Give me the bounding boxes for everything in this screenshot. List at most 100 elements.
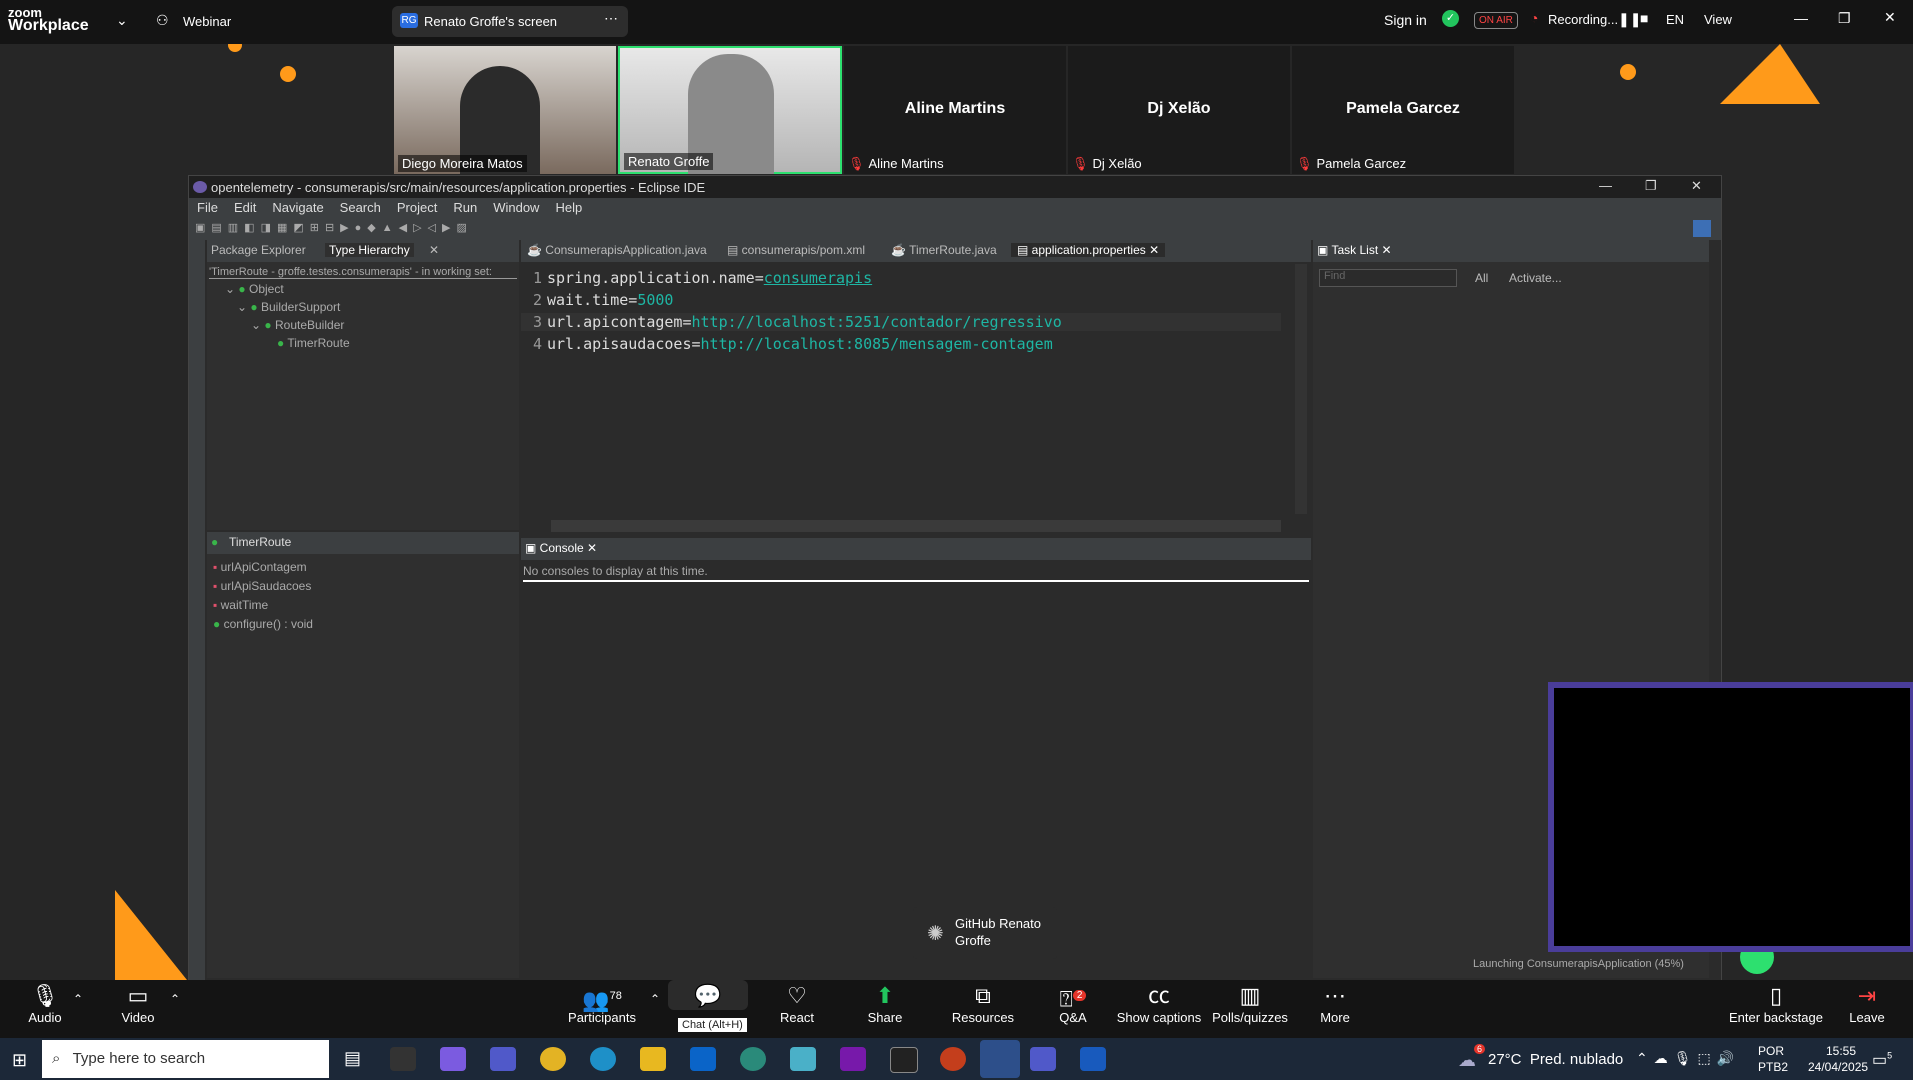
cmd-icon[interactable] [890,1047,918,1073]
vscode-icon[interactable] [740,1047,766,1071]
tray-icons[interactable]: ⌃☁🎙⬚🔊 [1636,1050,1740,1067]
chrome-icon[interactable] [540,1047,566,1071]
tab-pom[interactable]: ▤ consumerapis/pom.xml [727,243,865,257]
participant-tile[interactable]: Dj Xelão 🎙 Dj Xelão [1068,46,1290,174]
close-icon[interactable]: ✕ [587,541,597,555]
captions-button[interactable]: ㏄ Show captions [1116,980,1202,1025]
enter-backstage-button[interactable]: ▯ Enter backstage [1728,980,1824,1025]
vertical-scrollbar[interactable] [1295,264,1307,514]
participant-tile[interactable]: Aline Martins 🎙 Aline Martins [844,46,1066,174]
chevron-up-icon[interactable]: ⌃ [73,992,83,1006]
sign-in-link[interactable]: Sign in [1384,12,1427,28]
menu-run[interactable]: Run [445,198,485,218]
chevron-down-icon[interactable]: ⌄ [116,12,128,29]
terminal-icon[interactable] [390,1047,416,1071]
tab-consumerapisapplication[interactable]: ☕ ConsumerapisApplication.java [527,243,707,257]
participant-tile[interactable]: Diego Moreira Matos [394,46,616,174]
polls-button[interactable]: ▥ Polls/quizzes [1206,980,1294,1025]
edge-icon[interactable] [590,1047,616,1071]
input-lang-1[interactable]: POR [1758,1044,1784,1058]
member-field[interactable]: ▪ urlApiContagem [213,560,307,574]
file-explorer-icon[interactable] [640,1047,666,1071]
weather-text[interactable]: 27°C Pred. nublado [1488,1051,1623,1068]
code-line-1[interactable]: 1 spring.application.name=consumerapis [533,269,872,287]
task-filter-all[interactable]: All [1475,271,1488,285]
code-line-4[interactable]: 4 url.apisaudacoes=http://localhost:8085/… [533,335,1053,353]
more-options-icon[interactable]: ⋯ [604,10,618,27]
menu-project[interactable]: Project [389,198,445,218]
tab-type-hierarchy[interactable]: Type Hierarchy [325,243,414,257]
taskbar-search[interactable]: ⌕ Type here to search [42,1040,329,1078]
powerpoint-icon[interactable] [940,1047,966,1071]
menu-navigate[interactable]: Navigate [264,198,331,218]
clock-time[interactable]: 15:55 [1826,1044,1856,1058]
tab-console[interactable]: ▣ Console ✕ [525,541,597,555]
maximize-icon[interactable]: ❐ [1645,178,1657,194]
menu-search[interactable]: Search [332,198,389,218]
menu-file[interactable]: File [189,198,226,218]
share-button[interactable]: ⬆ Share [840,980,930,1025]
tab-timerroute[interactable]: ☕ TimerRoute.java [891,243,997,257]
participant-name: Diego Moreira Matos [398,155,527,172]
close-icon[interactable]: ✕ [1884,9,1896,26]
restore-icon[interactable]: ❐ [1838,10,1851,27]
resources-button[interactable]: ⧉ Resources [938,980,1028,1025]
input-lang-2[interactable]: PTB2 [1758,1060,1788,1074]
code-line-2[interactable]: 2 wait.time=5000 [533,291,673,309]
tab-application-properties[interactable]: ▤ application.properties ✕ [1011,243,1166,257]
tree-item-routebuilder[interactable]: ⌄ ● RouteBuilder [251,318,344,332]
tree-item-timerroute[interactable]: ● TimerRoute [277,336,350,350]
menu-edit[interactable]: Edit [226,198,264,218]
app-icon[interactable] [790,1047,816,1071]
teams-icon[interactable] [1030,1047,1056,1071]
perspective-icon[interactable] [1693,220,1711,237]
leave-button[interactable]: ⇥ Leave [1828,980,1906,1025]
copilot-icon[interactable] [440,1047,466,1071]
participant-tile-active[interactable]: Renato Groffe [618,46,842,174]
tree-item-buildersupport[interactable]: ⌄ ● BuilderSupport [237,300,340,314]
qa-button[interactable]: ⍰ 2 Q&A [1028,980,1118,1025]
chat-button[interactable]: 💬 [668,980,748,1010]
notification-icon[interactable]: ▭5 [1872,1050,1892,1070]
tab-label: Console [539,541,584,555]
menu-window[interactable]: Window [485,198,547,218]
outlook-icon[interactable] [690,1047,716,1071]
language-label[interactable]: EN [1666,12,1684,27]
teams-icon[interactable] [490,1047,516,1071]
member-field[interactable]: ▪ waitTime [213,598,268,612]
react-button[interactable]: ♡ React [752,980,842,1025]
method-icon: ● [213,617,221,631]
tab-package-explorer[interactable]: Package Explorer [211,243,306,257]
close-icon[interactable]: ✕ [1149,243,1159,257]
close-icon[interactable]: ✕ [1691,178,1702,194]
member-method[interactable]: ● configure() : void [213,617,313,631]
participant-tile[interactable]: Pamela Garcez 🎙 Pamela Garcez [1292,46,1514,174]
stop-recording-icon[interactable]: ■ [1640,10,1648,26]
close-icon[interactable]: ✕ [1382,243,1392,257]
minimize-icon[interactable]: — [1599,178,1612,193]
minimize-icon[interactable]: — [1794,10,1808,26]
menu-help[interactable]: Help [547,198,590,218]
member-field[interactable]: ▪ urlApiSaudacoes [213,579,311,593]
task-activate[interactable]: Activate... [1509,271,1562,285]
chevron-up-icon[interactable]: ⌃ [650,992,660,1006]
clock-date[interactable]: 24/04/2025 [1808,1060,1868,1074]
toolbar-icons[interactable]: ▣▤▥◧◨▦◩⊞⊟▶●◆▲◀▷◁▶▨ [195,221,473,234]
windows-start-icon[interactable]: ⊞ [12,1050,27,1071]
chevron-up-icon[interactable]: ⌃ [170,992,180,1006]
tab-task-list[interactable]: ▣ Task List ✕ [1317,243,1392,257]
participants-button[interactable]: 👥78 Participants [557,980,647,1025]
task-find-input[interactable]: Find [1319,269,1457,287]
word-icon[interactable] [1080,1047,1106,1071]
task-view-icon[interactable]: ▤ [344,1048,361,1069]
more-button[interactable]: ⋯ More [1290,980,1380,1025]
view-button[interactable]: View [1704,12,1732,27]
horizontal-scrollbar[interactable] [551,520,1281,532]
onenote-icon[interactable] [840,1047,866,1071]
close-icon[interactable]: ✕ [429,243,439,257]
pause-recording-icon[interactable]: ❚❚ [1618,11,1641,28]
zoom-icon[interactable] [980,1040,1020,1078]
code-line-3[interactable]: 3 url.apicontagem=http://localhost:5251/c… [521,313,1281,331]
tree-item-object[interactable]: ⌄ ● Object [225,282,284,296]
github-share-tile[interactable]: ✺ GitHub Renato Groffe [913,907,1057,959]
